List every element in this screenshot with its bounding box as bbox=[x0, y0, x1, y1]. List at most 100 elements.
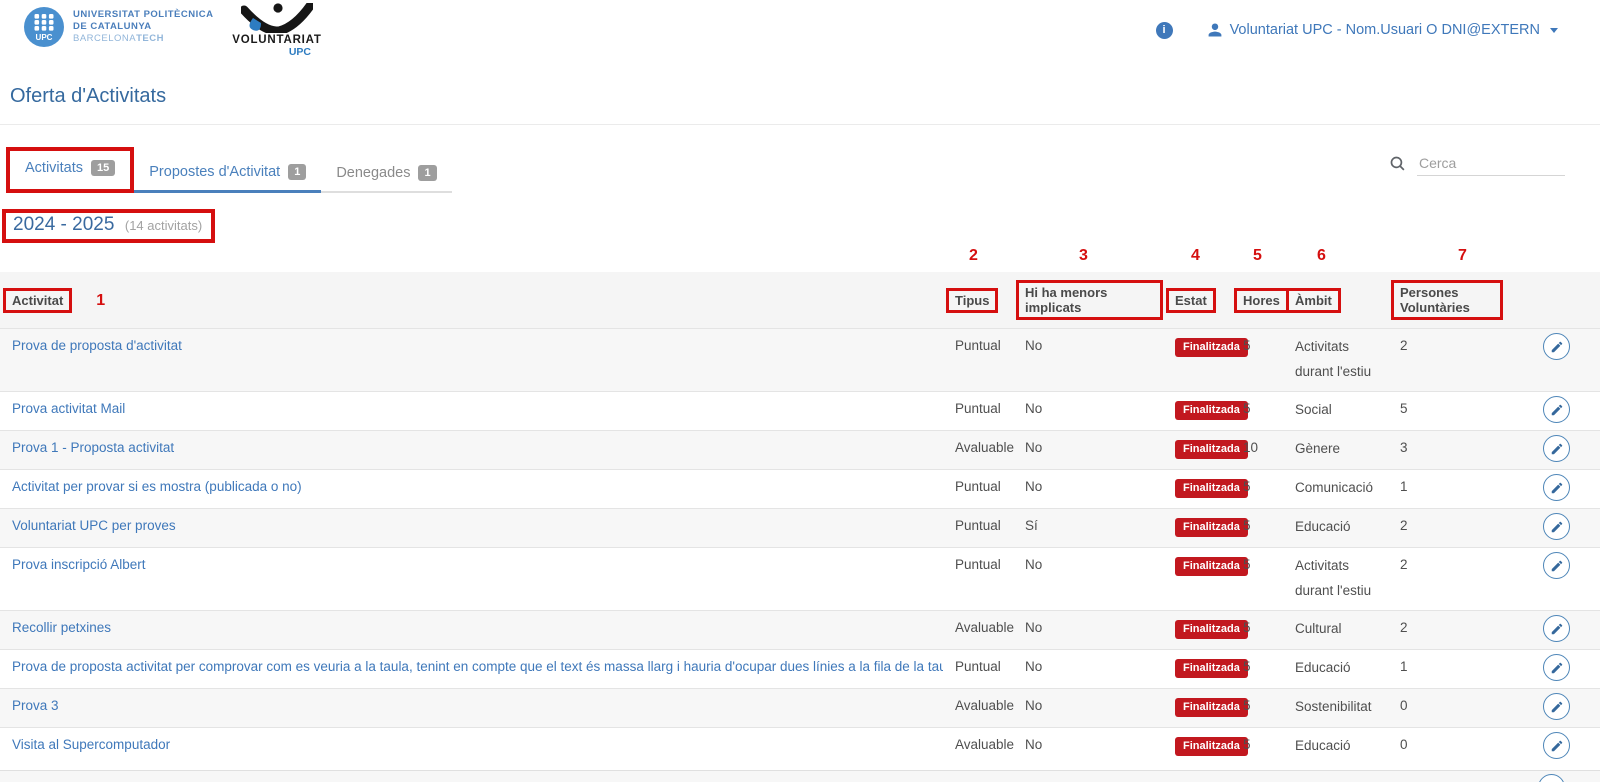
page-title: Oferta d'Activitats bbox=[10, 85, 1600, 108]
cell-activitat: Prova de proposta d'activitat bbox=[0, 329, 943, 392]
search-input[interactable] bbox=[1417, 151, 1565, 176]
edit-activity-button[interactable] bbox=[1543, 513, 1570, 540]
cell-tipus: Avaluable bbox=[943, 611, 1013, 650]
cell-tipus: Puntual bbox=[943, 548, 1013, 611]
status-badge: Finalitzada bbox=[1175, 620, 1248, 639]
activities-table: Activitat1 2 Tipus 3 Hi ha menors implic… bbox=[0, 272, 1600, 766]
edit-activity-button[interactable] bbox=[1543, 693, 1570, 720]
upc-logo: UPC UNIVERSITAT POLITÈCNICA DE CATALUNYA… bbox=[24, 7, 213, 47]
partial-next-row bbox=[0, 770, 1600, 782]
cell-activitat: Recollir petxines bbox=[0, 611, 943, 650]
cell-estat: Finalitzada bbox=[1163, 470, 1231, 509]
edit-activity-button[interactable] bbox=[1543, 732, 1570, 759]
cell-estat: Finalitzada bbox=[1163, 431, 1231, 470]
cell-persones: 0 bbox=[1388, 728, 1503, 767]
cell-ambit: Activitats durant l'estiu bbox=[1283, 329, 1388, 392]
edit-activity-button[interactable] bbox=[1543, 435, 1570, 462]
cell-ambit: Activitats durant l'estiu bbox=[1283, 548, 1388, 611]
table-row: Activitat per provar si es mostra (publi… bbox=[0, 470, 1600, 509]
cell-actions bbox=[1503, 392, 1600, 431]
annotation-box-menors: Hi ha menors implicats bbox=[1016, 280, 1163, 320]
cell-menors: No bbox=[1013, 650, 1163, 689]
cell-tipus: Avaluable bbox=[943, 689, 1013, 728]
info-icon[interactable]: i bbox=[1156, 22, 1173, 39]
cell-activitat: Prova activitat Mail bbox=[0, 392, 943, 431]
activity-link[interactable]: Voluntariat UPC per proves bbox=[12, 518, 176, 533]
activity-link[interactable]: Recollir petxines bbox=[12, 620, 111, 635]
annotation-number-5: 5 bbox=[1253, 247, 1262, 265]
table-row: Visita al Supercomputador Avaluable No F… bbox=[0, 728, 1600, 767]
cell-ambit: Social bbox=[1283, 392, 1388, 431]
cell-estat: Finalitzada bbox=[1163, 728, 1231, 767]
edit-activity-button[interactable] bbox=[1543, 615, 1570, 642]
col-header-menors: 3 Hi ha menors implicats bbox=[1013, 272, 1163, 329]
edit-activity-button[interactable] bbox=[1543, 654, 1570, 681]
table-header-row: Activitat1 2 Tipus 3 Hi ha menors implic… bbox=[0, 272, 1600, 329]
cell-menors: No bbox=[1013, 611, 1163, 650]
chevron-down-icon bbox=[1550, 28, 1558, 33]
activities-table-body: Prova de proposta d'activitat Puntual No… bbox=[0, 329, 1600, 767]
cell-persones: 3 bbox=[1388, 431, 1503, 470]
activity-link[interactable]: Prova 3 bbox=[12, 698, 59, 713]
cell-ambit: Gènere bbox=[1283, 431, 1388, 470]
status-badge: Finalitzada bbox=[1175, 659, 1248, 678]
search-icon bbox=[1389, 155, 1406, 172]
season-year: 2024 - 2025 bbox=[13, 214, 114, 235]
cell-menors: No bbox=[1013, 392, 1163, 431]
cell-tipus: Puntual bbox=[943, 509, 1013, 548]
cell-estat: Finalitzada bbox=[1163, 689, 1231, 728]
annotation-number-3: 3 bbox=[1079, 247, 1088, 265]
annotation-box-activitat: Activitat bbox=[3, 288, 72, 313]
cell-menors: No bbox=[1013, 329, 1163, 392]
tab-activitats[interactable]: Activitats 15 bbox=[10, 151, 130, 189]
tab-propostes-count-badge: 1 bbox=[288, 164, 306, 180]
cell-activitat: Activitat per provar si es mostra (publi… bbox=[0, 470, 943, 509]
activity-link[interactable]: Visita al Supercomputador bbox=[12, 737, 170, 752]
status-badge: Finalitzada bbox=[1175, 479, 1248, 498]
voluntariat-figure-icon bbox=[241, 3, 313, 33]
activity-link[interactable]: Prova activitat Mail bbox=[12, 401, 125, 416]
cell-activitat: Prova inscripció Albert bbox=[0, 548, 943, 611]
table-row: Prova 3 Avaluable No Finalitzada 5 Soste… bbox=[0, 689, 1600, 728]
activity-link[interactable]: Prova inscripció Albert bbox=[12, 557, 146, 572]
annotation-box-ambit: Àmbit bbox=[1286, 288, 1341, 313]
table-row: Prova activitat Mail Puntual No Finalitz… bbox=[0, 392, 1600, 431]
cell-activitat: Prova de proposta activitat per comprova… bbox=[0, 650, 943, 689]
cell-estat: Finalitzada bbox=[1163, 548, 1231, 611]
edit-activity-button[interactable] bbox=[1543, 396, 1570, 423]
activity-link[interactable]: Prova 1 - Proposta activitat bbox=[12, 440, 174, 455]
edit-activity-button[interactable] bbox=[1543, 333, 1570, 360]
status-badge: Finalitzada bbox=[1175, 401, 1248, 420]
cell-actions bbox=[1503, 689, 1600, 728]
activity-link[interactable]: Prova de proposta d'activitat bbox=[12, 338, 182, 353]
activity-link[interactable]: Activitat per provar si es mostra (publi… bbox=[12, 479, 302, 494]
svg-text:UPC: UPC bbox=[36, 33, 53, 42]
cell-ambit: Sostenibilitat bbox=[1283, 689, 1388, 728]
edit-activity-button[interactable] bbox=[1538, 774, 1565, 782]
tab-propostes-activitat[interactable]: Propostes d'Activitat 1 bbox=[134, 155, 321, 193]
cell-actions bbox=[1503, 431, 1600, 470]
table-row: Voluntariat UPC per proves Puntual Sí Fi… bbox=[0, 509, 1600, 548]
col-header-estat: 4 Estat bbox=[1163, 272, 1231, 329]
activity-link[interactable]: Prova de proposta activitat per comprova… bbox=[12, 659, 943, 674]
cell-menors: Sí bbox=[1013, 509, 1163, 548]
user-menu-button[interactable]: Voluntariat UPC - Nom.Usuari O DNI@EXTER… bbox=[1201, 21, 1564, 39]
edit-activity-button[interactable] bbox=[1543, 474, 1570, 501]
annotation-box-tipus: Tipus bbox=[946, 288, 998, 313]
tab-activitats-count-badge: 15 bbox=[91, 160, 115, 176]
voluntariat-wordmark: VOLUNTARIAT bbox=[232, 34, 322, 46]
col-header-tipus: 2 Tipus bbox=[943, 272, 1013, 329]
cell-ambit: Cultural bbox=[1283, 611, 1388, 650]
tab-activitats-label: Activitats bbox=[25, 160, 83, 176]
cell-tipus: Avaluable bbox=[943, 431, 1013, 470]
tab-denegades-count-badge: 1 bbox=[418, 165, 436, 181]
edit-activity-button[interactable] bbox=[1543, 552, 1570, 579]
title-divider bbox=[0, 124, 1600, 125]
annotation-number-7: 7 bbox=[1458, 247, 1467, 265]
status-badge: Finalitzada bbox=[1175, 518, 1248, 537]
annotation-box-hores: Hores bbox=[1234, 288, 1289, 313]
season-activity-count: (14 activitats) bbox=[125, 218, 202, 233]
cell-tipus: Puntual bbox=[943, 329, 1013, 392]
tab-bar: Activitats 15 Propostes d'Activitat 1 De… bbox=[6, 147, 1600, 193]
tab-denegades[interactable]: Denegades 1 bbox=[321, 156, 451, 193]
